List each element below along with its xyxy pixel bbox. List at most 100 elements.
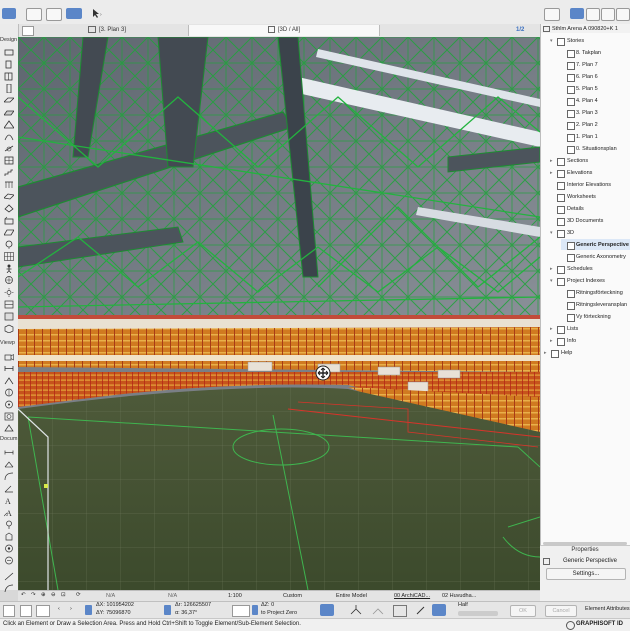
status-na-1[interactable]: N/A — [106, 593, 115, 599]
chevron-right-icon[interactable]: ▸ — [550, 338, 553, 344]
magic-wand-icon[interactable] — [432, 604, 446, 616]
line-tool-icon[interactable] — [4, 572, 14, 581]
orbit-mode-icon[interactable]: ⟳ — [76, 592, 81, 598]
teamwork-icon[interactable] — [544, 8, 560, 21]
guide-line-icon[interactable] — [320, 604, 334, 616]
dimension-tool-icon[interactable] — [4, 448, 14, 457]
nav-story-item[interactable]: 2. Plan 2 — [576, 120, 598, 131]
status-na-2[interactable]: N/A — [168, 593, 177, 599]
organizer-icon[interactable] — [616, 8, 630, 21]
redo-zoom-icon[interactable]: ↷ — [31, 592, 36, 598]
object-box-tool-icon[interactable] — [4, 324, 14, 334]
nav-story-item[interactable]: 7. Plan 7 — [576, 60, 598, 71]
navigator-icon[interactable] — [570, 8, 584, 19]
curtain-wall-tool-icon[interactable] — [4, 156, 14, 165]
chevron-right-icon[interactable]: ▸ — [550, 170, 553, 176]
nav-story-item[interactable]: 4. Plan 4 — [576, 96, 598, 107]
nav-generic-axonometry[interactable]: Generic Axonometry — [576, 252, 626, 263]
orbit-icon[interactable] — [66, 8, 82, 19]
nav-3d[interactable]: 3D — [567, 228, 574, 239]
stair-tool-icon[interactable] — [4, 168, 14, 177]
corner-window-tool-icon[interactable] — [4, 312, 14, 321]
undo-zoom-icon[interactable]: ↶ — [21, 592, 26, 598]
settings-button[interactable]: Settings... — [546, 568, 626, 580]
snap-slider[interactable] — [458, 611, 498, 616]
arc-tool-icon[interactable] — [4, 584, 14, 593]
structure-display-selector[interactable]: Custom — [283, 593, 302, 599]
nav-interior-elevations[interactable]: Interior Elevations — [567, 180, 611, 191]
slab-tool-icon[interactable] — [3, 108, 15, 117]
chevron-down-icon[interactable]: ▾ — [550, 278, 553, 284]
nav-3d-documents[interactable]: 3D Documents — [567, 216, 603, 227]
interior-elevation-tool-icon[interactable] — [4, 388, 14, 397]
chevron-right-icon[interactable]: ▸ — [550, 158, 553, 164]
detail-tool-icon[interactable] — [4, 412, 14, 421]
fill-tool-icon[interactable] — [4, 532, 14, 541]
skylight-tool-icon[interactable] — [4, 144, 14, 153]
tab-plan-3[interactable]: [3. Plan 3] — [88, 25, 126, 36]
nav-details[interactable]: Details — [567, 204, 584, 215]
morph-tool-icon[interactable] — [4, 204, 14, 213]
nav-generic-perspective[interactable]: Generic Perspective — [576, 240, 629, 251]
fit-in-window-icon[interactable]: ⊡ — [61, 592, 66, 598]
nav-help[interactable]: Help — [561, 348, 572, 359]
model-view-selector[interactable]: Entire Model — [336, 593, 367, 599]
graphisoft-id[interactable]: GRAPHISOFT ID — [576, 621, 623, 627]
nav-story-item[interactable]: 6. Plan 6 — [576, 72, 598, 83]
angle-dimension-tool-icon[interactable] — [4, 484, 14, 493]
nav-story-item[interactable]: 5. Plan 5 — [576, 84, 598, 95]
scale-selector[interactable]: 1:100 — [228, 593, 242, 599]
element-attributes-label[interactable]: Element Attributes — [585, 606, 630, 612]
arrow-tool-icon[interactable] — [2, 8, 16, 19]
tab-list-icon[interactable] — [22, 26, 34, 36]
column-tool-icon[interactable] — [4, 83, 14, 94]
label-tool-icon[interactable]: A — [3, 508, 14, 518]
wall-end-tool-icon[interactable] — [4, 300, 14, 309]
railing-tool-icon[interactable] — [4, 180, 14, 189]
pointer-icon[interactable]: › — [90, 8, 104, 19]
nav-schedules[interactable]: Schedules — [567, 264, 593, 275]
nav-info[interactable]: Info — [567, 336, 576, 347]
figure-image-tool-icon[interactable] — [4, 544, 14, 553]
section-tool-icon[interactable] — [4, 364, 14, 373]
figure-tool-icon[interactable] — [4, 264, 14, 274]
worksheet-tool-icon[interactable] — [4, 400, 14, 409]
object-tool-icon[interactable] — [4, 216, 14, 225]
text-tool-icon[interactable]: A — [4, 496, 14, 506]
element-snap-icon[interactable] — [393, 605, 407, 617]
nav-index-item[interactable]: Ritningsförteckning — [576, 288, 623, 299]
nav-sections[interactable]: Sections — [567, 156, 588, 167]
level-dimension-tool-icon[interactable] — [4, 460, 14, 469]
nav-story-item[interactable]: 1. Plan 1 — [576, 132, 598, 143]
layer-combination-selector[interactable]: 00 ArchiCAD... — [394, 593, 430, 599]
nav-story-item[interactable]: 0. Situationsplan — [576, 144, 617, 155]
chevron-right-icon[interactable]: ▸ — [550, 266, 553, 272]
nav-story-item[interactable]: 8. Takplan — [576, 48, 601, 59]
view-icon[interactable] — [46, 8, 62, 21]
nav-project-indexes[interactable]: Project Indexes — [567, 276, 605, 287]
trace-icon[interactable] — [372, 605, 384, 615]
grid-snap-icon[interactable] — [36, 605, 50, 617]
camera-tool-icon[interactable] — [4, 352, 14, 361]
tab-3d-all[interactable]: [3D / All] — [188, 25, 380, 36]
zoom-indicator[interactable]: 1/2 — [516, 25, 524, 36]
nav-index-item[interactable]: Vy förteckning — [576, 312, 611, 323]
user-icon[interactable] — [566, 621, 575, 630]
chevron-down-icon[interactable]: ▾ — [550, 38, 553, 44]
nav-elevations[interactable]: Elevations — [567, 168, 592, 179]
selection-icon[interactable] — [3, 605, 15, 617]
chevron-down-icon[interactable]: ▾ — [550, 230, 553, 236]
nav-worksheets[interactable]: Worksheets — [567, 192, 596, 203]
prev-icon[interactable]: ‹ — [58, 606, 60, 612]
tree-tool-icon[interactable] — [4, 276, 14, 285]
door-tool-icon[interactable] — [4, 60, 14, 69]
chevron-right-icon[interactable]: ▸ — [544, 350, 547, 356]
nav-story-item[interactable]: 3. Plan 3 — [576, 108, 598, 119]
wand-icon[interactable] — [416, 605, 426, 615]
sun-tool-icon[interactable] — [4, 288, 14, 297]
window-tool-icon[interactable] — [4, 72, 14, 81]
pen-set-selector[interactable]: 02 Huvudha... — [442, 593, 476, 599]
grid-tool-icon[interactable] — [4, 252, 14, 261]
change-tool-icon[interactable] — [4, 424, 14, 433]
ok-button[interactable]: OK — [510, 605, 536, 617]
